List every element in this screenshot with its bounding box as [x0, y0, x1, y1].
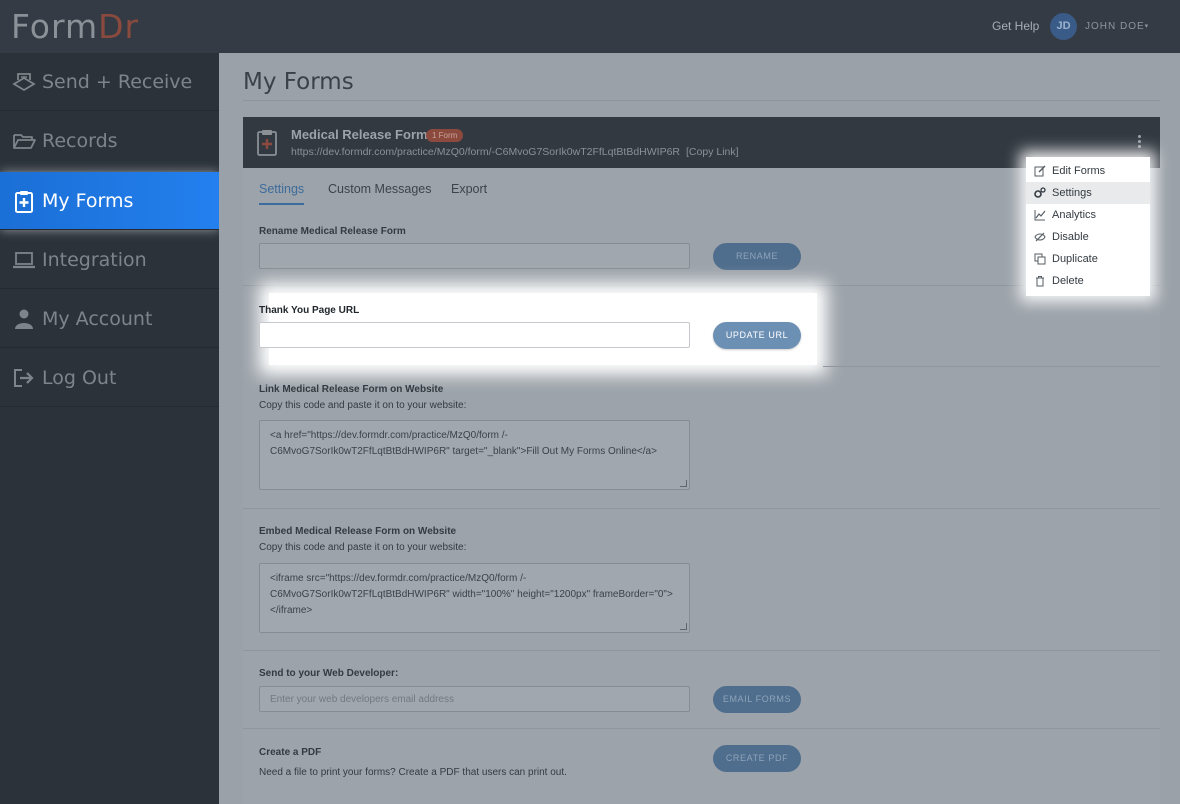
section-divider: [243, 728, 1160, 729]
menu-item-duplicate[interactable]: Duplicate: [1026, 248, 1150, 270]
tab-custom-messages[interactable]: Custom Messages: [328, 182, 432, 196]
form-url: https://dev.formdr.com/practice/MzQ0/for…: [291, 146, 681, 158]
page-title: My Forms: [243, 69, 354, 95]
rename-button[interactable]: RENAME: [713, 243, 801, 270]
copy-icon: [1034, 253, 1046, 265]
sidebar-item-label: My Forms: [42, 190, 134, 212]
rename-label: Rename Medical Release Form: [259, 226, 406, 237]
sidebar-item-my-account[interactable]: My Account: [0, 290, 219, 348]
link-code-textarea[interactable]: <a href="https://dev.formdr.com/practice…: [259, 420, 690, 490]
link-form-label: Link Medical Release Form on Website: [259, 384, 444, 395]
clipboard-plus-icon: [257, 130, 277, 156]
menu-item-label: Settings: [1052, 187, 1092, 199]
sidebar-item-send-receive[interactable]: Send + Receive: [0, 53, 219, 111]
menu-item-label: Delete: [1052, 275, 1084, 287]
line-chart-icon: [1034, 210, 1046, 221]
form-name: Medical Release Form: [291, 127, 428, 142]
create-pdf-description: Need a file to print your forms? Create …: [259, 767, 567, 778]
section-divider: [243, 650, 1160, 651]
embed-form-label: Embed Medical Release Form on Website: [259, 526, 457, 537]
menu-item-edit-forms[interactable]: Edit Forms: [1026, 160, 1150, 182]
clipboard-plus-icon: [15, 191, 33, 213]
embed-code-textarea[interactable]: <iframe src="https://dev.formdr.com/prac…: [259, 563, 690, 633]
send-receive-icon: [12, 73, 36, 92]
thank-you-url-input[interactable]: [259, 322, 690, 348]
eye-slash-icon: [1034, 232, 1046, 242]
laptop-icon: [13, 252, 35, 269]
user-name: JOHN DOE: [1085, 21, 1145, 32]
menu-item-label: Edit Forms: [1052, 165, 1106, 177]
update-url-button[interactable]: UPDATE URL: [713, 322, 801, 349]
sign-out-icon: [14, 369, 34, 387]
sidebar: Send + Receive Records My Forms Integrat…: [0, 53, 219, 804]
sidebar-item-label: Records: [42, 130, 118, 152]
folder-open-icon: [13, 134, 36, 149]
developer-email-input[interactable]: [259, 686, 690, 712]
resize-handle-icon[interactable]: [680, 623, 687, 630]
link-code-text: <a href="https://dev.formdr.com/practice…: [270, 430, 657, 457]
section-divider: [243, 508, 1160, 509]
create-pdf-label: Create a PDF: [259, 747, 322, 758]
copy-link[interactable]: [Copy Link]: [686, 146, 739, 158]
web-developer-label: Send to your Web Developer:: [259, 668, 399, 679]
menu-item-delete[interactable]: Delete: [1026, 270, 1150, 292]
user-menu-toggle[interactable]: JOHN DOE▾: [1085, 21, 1149, 32]
menu-item-label: Disable: [1052, 231, 1089, 243]
form-card-header: Medical Release Form 1 Form https://dev.…: [243, 117, 1160, 168]
logo-text-form: Form: [11, 7, 99, 46]
embed-form-description: Copy this code and paste it on to your w…: [259, 542, 467, 553]
section-divider: [243, 285, 1160, 286]
thank-you-url-label: Thank You Page URL: [259, 305, 360, 316]
rename-input[interactable]: [259, 243, 690, 269]
trash-icon: [1036, 276, 1044, 287]
menu-item-disable[interactable]: Disable: [1026, 226, 1150, 248]
cogs-icon: [1034, 187, 1046, 198]
user-icon: [15, 309, 33, 329]
caret-down-icon: ▾: [1144, 23, 1150, 30]
kebab-menu-icon[interactable]: [1136, 135, 1142, 151]
title-divider: [243, 100, 1160, 101]
form-count-badge: 1 Form: [426, 129, 464, 142]
section-divider: [823, 366, 1160, 367]
sidebar-item-my-forms[interactable]: My Forms: [0, 172, 219, 230]
resize-handle-icon[interactable]: [680, 480, 687, 487]
form-url-line: https://dev.formdr.com/practice/MzQ0/for…: [291, 146, 739, 158]
sidebar-item-integration[interactable]: Integration: [0, 231, 219, 289]
sidebar-item-records[interactable]: Records: [0, 112, 219, 170]
tab-export[interactable]: Export: [451, 182, 487, 196]
sidebar-item-label: My Account: [42, 308, 153, 330]
email-forms-button[interactable]: EMAIL FORMS: [713, 686, 801, 713]
menu-item-label: Duplicate: [1052, 253, 1098, 265]
logo-text-dr: Dr: [98, 7, 140, 46]
formdr-logo[interactable]: FormDr: [11, 7, 139, 46]
sidebar-item-label: Integration: [42, 249, 147, 271]
sidebar-item-label: Log Out: [42, 367, 117, 389]
get-help-link[interactable]: Get Help: [992, 19, 1039, 33]
link-form-description: Copy this code and paste it on to your w…: [259, 400, 467, 411]
menu-item-analytics[interactable]: Analytics: [1026, 204, 1150, 226]
create-pdf-button[interactable]: CREATE PDF: [713, 745, 801, 772]
sidebar-item-label: Send + Receive: [42, 71, 193, 93]
form-card-body: Settings Custom Messages Export Rename M…: [243, 168, 1160, 804]
edit-icon: [1034, 165, 1046, 177]
top-bar: FormDr Get Help JD JOHN DOE▾: [0, 0, 1180, 53]
menu-item-label: Analytics: [1052, 209, 1097, 221]
menu-item-settings[interactable]: Settings: [1026, 182, 1150, 204]
embed-code-text: <iframe src="https://dev.formdr.com/prac…: [270, 573, 673, 616]
tab-settings[interactable]: Settings: [259, 182, 305, 205]
avatar[interactable]: JD: [1050, 13, 1077, 40]
sidebar-item-log-out[interactable]: Log Out: [0, 349, 219, 407]
form-actions-menu: Edit Forms Settings Analytics Disable Du…: [1026, 157, 1150, 296]
